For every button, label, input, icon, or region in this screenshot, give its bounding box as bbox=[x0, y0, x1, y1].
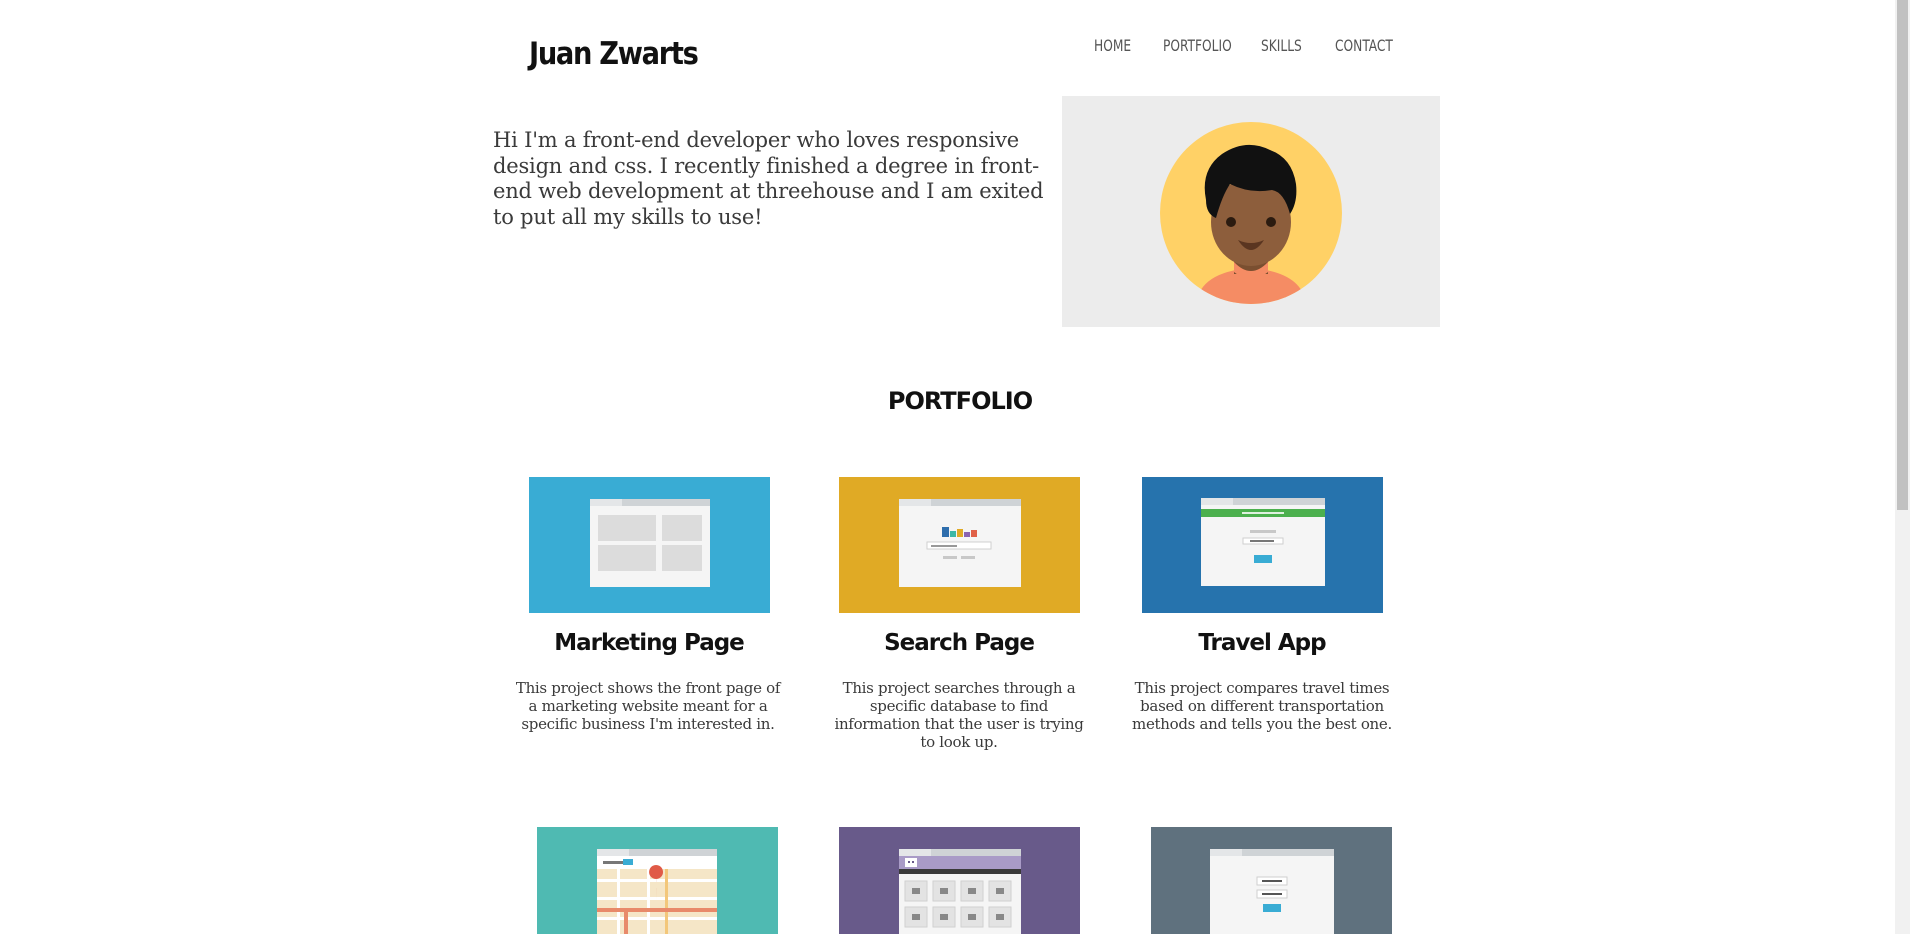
person-avatar-icon bbox=[1160, 122, 1342, 304]
project-desc-travel: This project compares travel times based… bbox=[1132, 679, 1392, 733]
project-title-search: Search Page bbox=[884, 630, 1035, 656]
photo-gallery-thumbnail-art bbox=[839, 827, 1080, 934]
scrollbar-thumb[interactable] bbox=[1897, 0, 1908, 510]
nav-contact[interactable]: CONTACT bbox=[1335, 36, 1393, 55]
site-logo[interactable]: Juan Zwarts bbox=[529, 36, 699, 72]
photo-gallery-thumbnail[interactable] bbox=[839, 827, 1080, 934]
nav-portfolio[interactable]: PORTFOLIO bbox=[1163, 36, 1232, 55]
project-desc-search: This project searches through a specific… bbox=[834, 679, 1084, 751]
marketing-page-thumbnail[interactable] bbox=[529, 477, 770, 613]
map-app-thumbnail-art bbox=[537, 827, 778, 934]
marketing-page-thumbnail-art bbox=[529, 477, 770, 613]
search-page-thumbnail[interactable] bbox=[839, 477, 1080, 613]
nav-skills[interactable]: SKILLS bbox=[1261, 36, 1302, 55]
travel-app-thumbnail[interactable] bbox=[1142, 477, 1383, 613]
map-app-thumbnail[interactable] bbox=[537, 827, 778, 934]
portfolio-heading: PORTFOLIO bbox=[887, 387, 1033, 415]
nav-home[interactable]: HOME bbox=[1094, 36, 1131, 55]
avatar-panel bbox=[1062, 96, 1440, 327]
project-desc-marketing: This project shows the front page of a m… bbox=[515, 679, 781, 733]
project-title-travel: Travel App bbox=[1198, 630, 1326, 656]
login-page-thumbnail-art bbox=[1151, 827, 1392, 934]
project-title-marketing: Marketing Page bbox=[554, 630, 745, 656]
search-page-thumbnail-art bbox=[839, 477, 1080, 613]
intro-text: Hi I'm a front-end developer who loves r… bbox=[493, 128, 1044, 229]
page-scrollbar[interactable] bbox=[1895, 0, 1910, 934]
login-page-thumbnail[interactable] bbox=[1151, 827, 1392, 934]
travel-app-thumbnail-art bbox=[1142, 477, 1383, 613]
